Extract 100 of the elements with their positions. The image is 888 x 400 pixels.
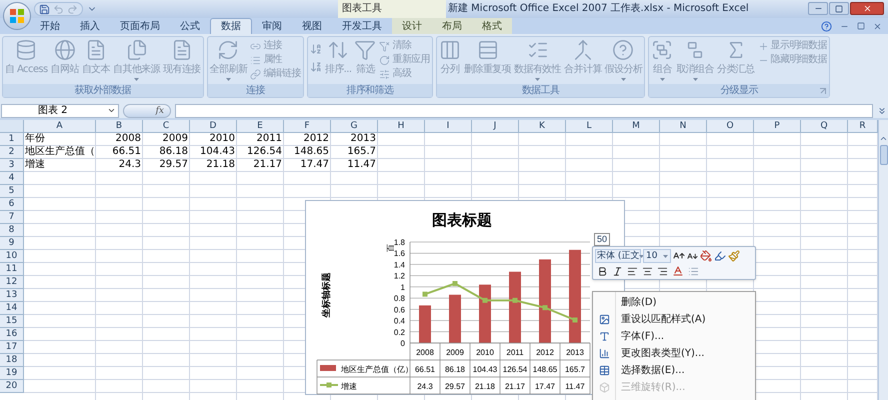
column-header[interactable]: I	[425, 120, 472, 133]
row-header[interactable]: 20	[0, 380, 24, 393]
maximize-button[interactable]	[829, 2, 849, 15]
table-cell-text: 2010	[208, 133, 236, 146]
axis-label: 50	[594, 233, 610, 246]
ribbon-tab[interactable]: 审阅	[252, 18, 292, 34]
ribbon-tab[interactable]: 开发工具	[332, 18, 392, 34]
row-header[interactable]: 2	[0, 146, 24, 159]
row-header[interactable]: 12	[0, 276, 24, 289]
ribbon-tab[interactable]: 视图	[292, 18, 332, 34]
row-header[interactable]: 16	[0, 328, 24, 341]
font-combo[interactable]: 宋体 (正文	[595, 249, 641, 263]
row-header[interactable]: 19	[0, 367, 24, 380]
italic-icon[interactable]	[612, 266, 623, 276]
column-header[interactable]: B	[96, 120, 143, 133]
column-header[interactable]: N	[660, 120, 707, 133]
font-size-combo[interactable]: 10	[643, 249, 671, 263]
minimize-button[interactable]	[808, 2, 828, 15]
row-header[interactable]: 9	[0, 237, 24, 250]
menu-item[interactable]: 重设以匹配样式(A)	[593, 311, 755, 328]
column-header[interactable]: J	[472, 120, 519, 133]
table-cell-text: 地区生产总值（	[24, 146, 96, 158]
menu-item[interactable]: 删除(D)	[593, 294, 755, 311]
row-header[interactable]: 7	[0, 211, 24, 224]
sort-icon	[327, 39, 350, 61]
documents-icon	[126, 39, 148, 61]
ribbon-tab[interactable]: 设计	[392, 18, 432, 34]
shrink-font-icon[interactable]	[687, 250, 698, 262]
row-header[interactable]: 8	[0, 224, 24, 237]
row-header[interactable]: 14	[0, 302, 24, 315]
window-title: 新建 Microsoft Office Excel 2007 工作表.xlsx - Microsoft Excel	[448, 2, 749, 16]
sort-descending-icon[interactable]	[310, 61, 322, 73]
column-header[interactable]: Q	[801, 120, 848, 133]
align-right-icon[interactable]	[657, 266, 668, 276]
paint-bucket-icon[interactable]	[700, 250, 712, 262]
ribbon-tab[interactable]: 布局	[432, 18, 472, 34]
font-color-icon[interactable]	[672, 265, 684, 277]
ribbon-tab[interactable]: 插入	[70, 18, 110, 34]
list-icon[interactable]	[688, 266, 699, 276]
column-header[interactable]: F	[284, 120, 331, 133]
bold-icon[interactable]	[597, 266, 608, 276]
caret-icon	[535, 78, 540, 81]
column-header[interactable]: H	[378, 120, 425, 133]
row-header[interactable]: 10	[0, 250, 24, 263]
table-cell-text: 17.47	[299, 159, 330, 172]
row-header[interactable]: 6	[0, 198, 24, 211]
column-header[interactable]: A	[24, 120, 96, 133]
ribbon-tab[interactable]: 页面布局	[110, 18, 170, 34]
reapply-icon	[379, 54, 390, 66]
insert-function-button[interactable]: fx	[123, 104, 171, 118]
help-icon[interactable]	[821, 20, 832, 32]
column-header[interactable]: G	[331, 120, 378, 133]
name-box[interactable]: 图表 2	[1, 104, 119, 118]
row-header[interactable]: 15	[0, 315, 24, 328]
row-header[interactable]: 13	[0, 289, 24, 302]
column-header[interactable]: L	[566, 120, 613, 133]
scroll-up-icon[interactable]	[879, 134, 888, 143]
row-header[interactable]: 18	[0, 354, 24, 367]
formula-input[interactable]	[175, 104, 873, 118]
legend-label: 地区生产总值（亿）	[341, 365, 413, 374]
paintbrush-icon[interactable]	[728, 250, 740, 262]
row-header[interactable]: 17	[0, 341, 24, 354]
vertical-scrollbar[interactable]	[878, 120, 888, 400]
sort-ascending-icon[interactable]	[310, 43, 322, 55]
save-icon[interactable]	[39, 4, 50, 14]
database-icon	[15, 39, 38, 61]
restore-icon[interactable]	[857, 22, 865, 30]
data-table-cell: 21.17	[504, 382, 526, 391]
close-button[interactable]	[850, 2, 884, 15]
row-header[interactable]: 4	[0, 172, 24, 185]
caret-icon	[134, 78, 140, 81]
data-table-cell: 29.57	[444, 382, 466, 391]
row-header[interactable]: 11	[0, 263, 24, 276]
scroll-thumb[interactable]	[880, 145, 888, 165]
row-header[interactable]: 5	[0, 185, 24, 198]
point	[452, 281, 458, 286]
ribbon-tab[interactable]: 开始	[30, 18, 70, 34]
column-header[interactable]: O	[707, 120, 754, 133]
align-left-icon[interactable]	[627, 266, 638, 276]
highlighter-icon[interactable]	[714, 250, 726, 262]
ribbon-tab[interactable]: 公式	[170, 18, 210, 34]
column-header[interactable]: K	[519, 120, 566, 133]
menu-item[interactable]: 更改图表类型(Y)...	[593, 345, 755, 362]
legend-label: 增速	[341, 382, 357, 391]
row-header[interactable]: 3	[0, 159, 24, 172]
column-header[interactable]: C	[143, 120, 190, 133]
column-header[interactable]: P	[754, 120, 801, 133]
column-header[interactable]: M	[613, 120, 660, 133]
column-header[interactable]: E	[237, 120, 284, 133]
row-header[interactable]: 1	[0, 133, 24, 146]
ribbon-tab[interactable]: 数据	[210, 18, 252, 34]
menu-item[interactable]: 选择数据(E)...	[593, 362, 755, 379]
expand-icon[interactable]	[877, 106, 887, 116]
group-label: 连接	[246, 84, 265, 96]
column-header[interactable]: D	[190, 120, 237, 133]
align-center-icon[interactable]	[642, 266, 653, 276]
ribbon-tab[interactable]: 格式	[472, 18, 512, 34]
close-icon[interactable]	[873, 22, 882, 30]
maximize-icon	[835, 4, 843, 12]
menu-item[interactable]: 字体(F)...	[593, 328, 755, 345]
